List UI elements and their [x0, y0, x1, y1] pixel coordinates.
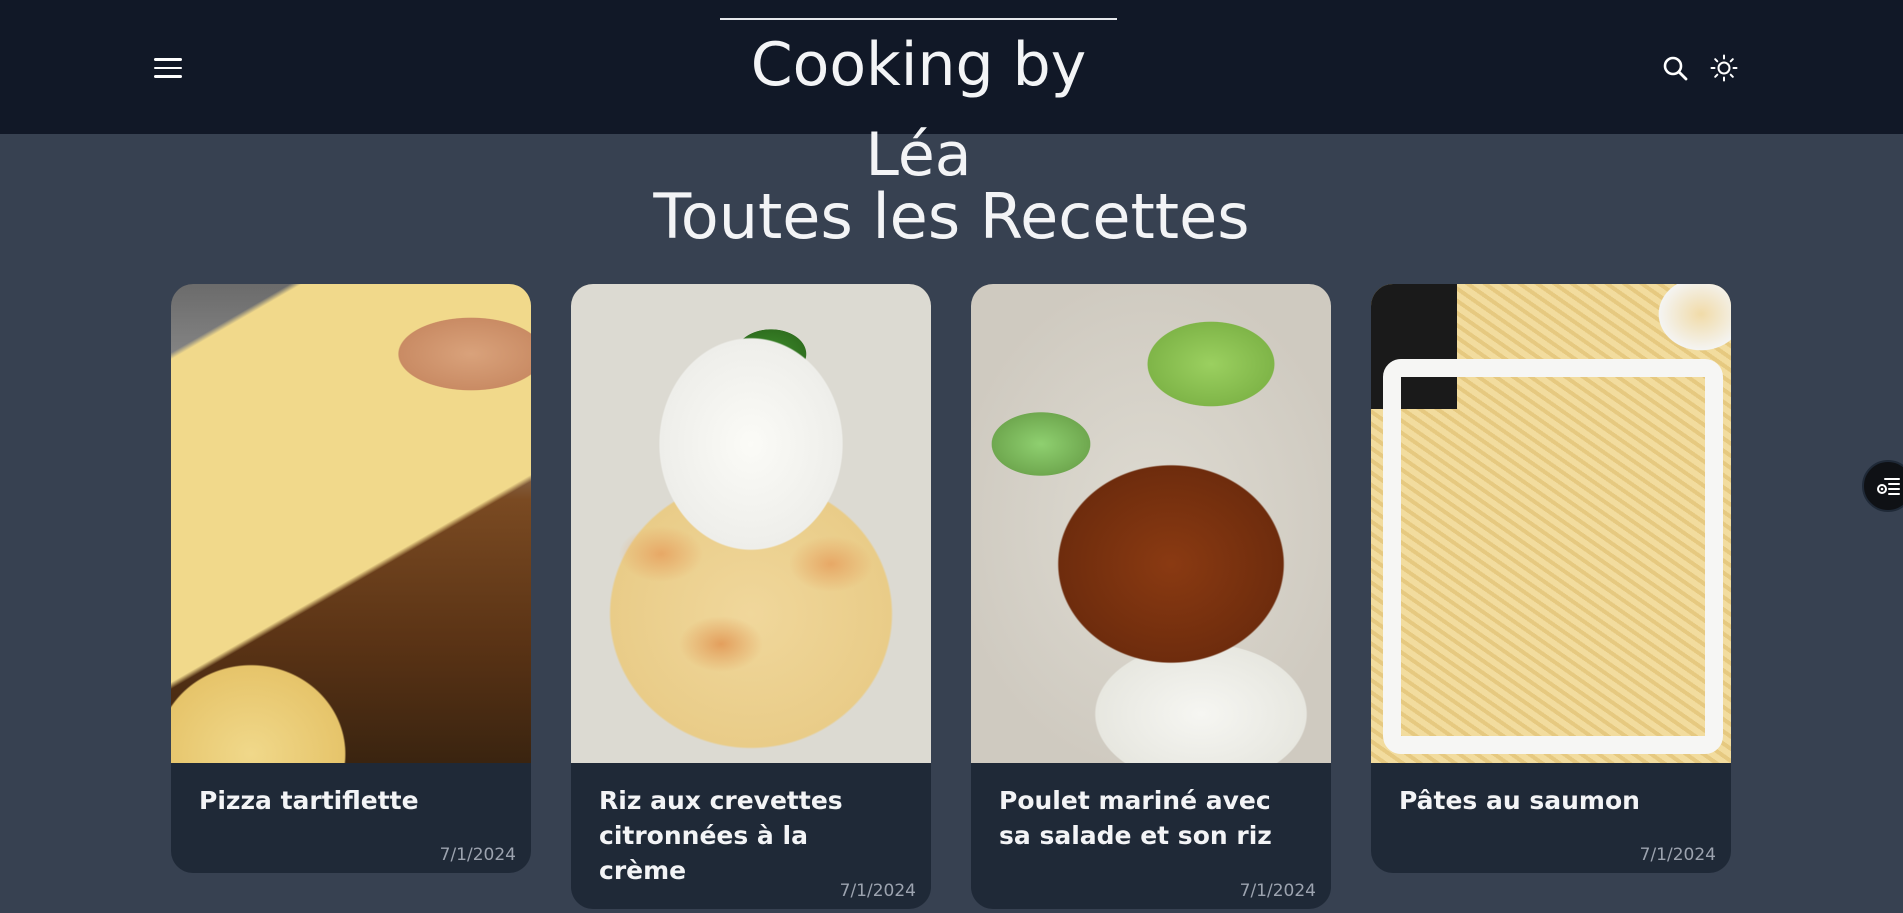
recipe-card-body: Pâtes au saumon 7/1/2024: [1371, 763, 1731, 873]
recipe-date: 7/1/2024: [439, 845, 516, 865]
recipe-card-body: Poulet mariné avec sa salade et son riz …: [971, 763, 1331, 909]
recipe-card-riz-crevettes[interactable]: Riz aux crevettes citronnées à la crème …: [571, 284, 931, 909]
recipe-image[interactable]: [1371, 284, 1731, 763]
page-title: Toutes les Recettes: [653, 180, 1250, 253]
search-icon[interactable]: [1659, 52, 1691, 84]
recipe-card-poulet-marine[interactable]: Poulet mariné avec sa salade et son riz …: [971, 284, 1331, 909]
menu-line: [154, 58, 182, 61]
top-navigation-bar: Cooking by Léa: [0, 0, 1903, 190]
filter-list-icon[interactable]: [1862, 460, 1903, 512]
recipe-card-body: Pizza tartiflette 7/1/2024: [171, 763, 531, 873]
recipe-date: 7/1/2024: [1639, 845, 1716, 865]
recipe-image[interactable]: [171, 284, 531, 763]
recipe-card-pizza-tartiflette[interactable]: Pizza tartiflette 7/1/2024: [171, 284, 531, 873]
recipe-title[interactable]: Riz aux crevettes citronnées à la crème: [599, 783, 903, 888]
recipe-card-body: Riz aux crevettes citronnées à la crème …: [571, 763, 931, 909]
recipe-image[interactable]: [971, 284, 1331, 763]
recipe-title[interactable]: Pâtes au saumon: [1399, 783, 1703, 818]
sun-icon[interactable]: [1708, 52, 1740, 84]
recipe-date: 7/1/2024: [1239, 881, 1316, 901]
menu-line: [154, 66, 182, 70]
recipe-date: 7/1/2024: [839, 881, 916, 901]
recipe-image[interactable]: [571, 284, 931, 763]
recipe-card-pates-saumon[interactable]: Pâtes au saumon 7/1/2024: [1371, 284, 1731, 873]
recipe-title[interactable]: Pizza tartiflette: [199, 783, 503, 818]
hamburger-menu-icon[interactable]: [154, 55, 184, 81]
recipe-title[interactable]: Poulet mariné avec sa salade et son riz: [999, 783, 1303, 853]
menu-line: [154, 75, 182, 79]
